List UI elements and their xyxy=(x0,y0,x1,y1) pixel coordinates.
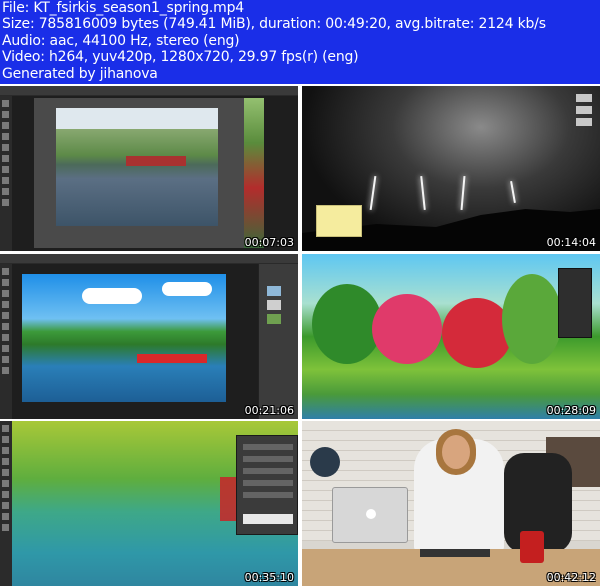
desktop-icon[interactable] xyxy=(576,94,592,102)
timestamp: 00:14:04 xyxy=(546,236,596,249)
pond-photo xyxy=(56,108,218,226)
globe xyxy=(310,447,340,477)
drawing-tablet xyxy=(420,549,490,557)
tool-palette xyxy=(0,421,12,586)
cloud xyxy=(162,282,212,296)
file-size-line: Size: 785816009 bytes (749.41 MiB), dura… xyxy=(2,16,546,32)
layers-panel xyxy=(258,264,298,419)
side-photo-strip xyxy=(244,98,264,248)
timestamp: 00:42:12 xyxy=(546,571,596,584)
file-name-line: File: KT_fsirkis_season1_spring.mp4 xyxy=(2,0,244,16)
apple-logo-icon xyxy=(366,509,376,519)
audio-info-line: Audio: aac, 44100 Hz, stereo (eng) xyxy=(2,33,240,49)
thumbnail-2[interactable]: 00:14:04 xyxy=(302,86,600,251)
tree xyxy=(442,298,512,368)
timestamp: 00:35:10 xyxy=(244,571,294,584)
red-bridge xyxy=(126,156,186,166)
desktop-icon[interactable] xyxy=(576,106,592,114)
cloud xyxy=(82,288,142,304)
timestamp: 00:21:06 xyxy=(244,404,294,417)
thumbnail-6[interactable]: 00:42:12 xyxy=(302,421,600,586)
adjustment-panel xyxy=(558,268,592,338)
presenter-head xyxy=(442,435,470,469)
timestamp: 00:07:03 xyxy=(244,236,294,249)
app-menubar xyxy=(0,86,298,96)
brush-settings-dialog[interactable] xyxy=(236,435,298,535)
tool-palette xyxy=(0,264,12,419)
generated-by-line: Generated by jihanova xyxy=(2,66,158,82)
red-bridge xyxy=(137,354,207,363)
landscape-photo xyxy=(22,274,226,402)
file-info-header: File: KT_fsirkis_season1_spring.mp4 Size… xyxy=(0,0,600,84)
thumbnail-3[interactable]: 00:21:06 xyxy=(0,254,298,419)
sticky-note xyxy=(316,205,362,237)
tree xyxy=(372,294,442,364)
desktop-icon[interactable] xyxy=(576,118,592,126)
app-menubar xyxy=(0,254,298,264)
pencil-cup xyxy=(520,531,544,563)
timestamp: 00:28:09 xyxy=(546,404,596,417)
thumbnail-4[interactable]: 00:28:09 xyxy=(302,254,600,419)
video-info-line: Video: h264, yuv420p, 1280x720, 29.97 fp… xyxy=(2,49,359,65)
tool-palette xyxy=(0,96,12,251)
thumbnail-5[interactable]: 00:35:10 xyxy=(0,421,298,586)
thumbnail-1[interactable]: 00:07:03 xyxy=(0,86,298,251)
tree xyxy=(502,274,562,364)
